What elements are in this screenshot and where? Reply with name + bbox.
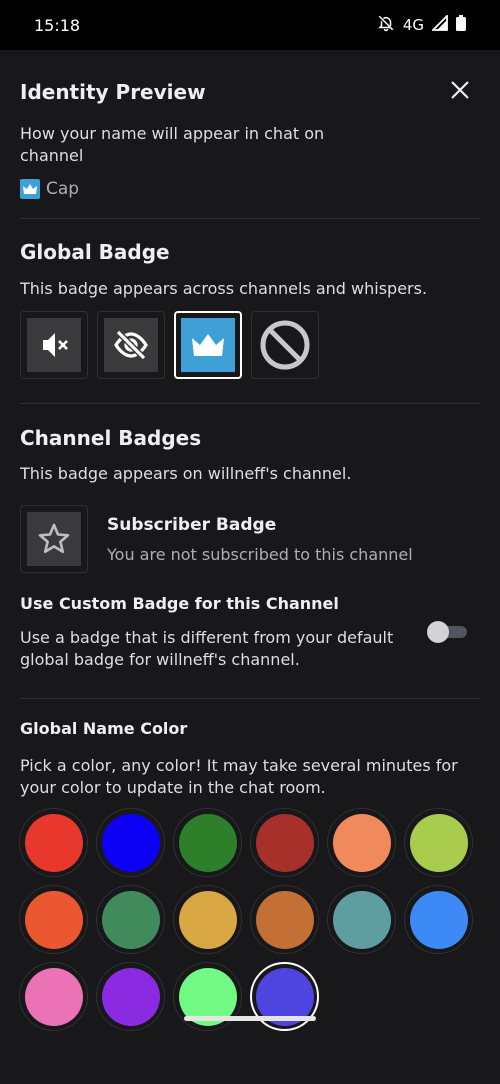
crown-icon	[181, 318, 235, 372]
subscriber-badge-title: Subscriber Badge	[107, 515, 277, 535]
page-title: Identity Preview	[20, 80, 206, 104]
subscriber-badge-description: You are not subscribed to this channel	[107, 545, 413, 564]
color-swatch-fill	[332, 890, 391, 949]
status-time: 15:18	[34, 15, 81, 35]
color-swatch-fill	[255, 813, 314, 872]
subscriber-badge-slot[interactable]	[20, 505, 88, 573]
preview-description: How your name will appear in chat on cha…	[20, 124, 325, 165]
divider	[20, 698, 480, 699]
badge-option-none[interactable]	[251, 311, 319, 379]
color-swatch[interactable]	[327, 808, 396, 877]
color-swatch[interactable]	[96, 885, 165, 954]
color-swatch-fill	[409, 890, 468, 949]
color-swatch[interactable]	[250, 808, 319, 877]
color-swatch-fill	[101, 813, 160, 872]
toggle-thumb	[427, 621, 449, 643]
color-swatch[interactable]	[327, 885, 396, 954]
preview-username: Cap	[46, 179, 80, 199]
global-badge-description: This badge appears across channels and w…	[20, 279, 428, 298]
custom-badge-toggle[interactable]	[427, 621, 469, 643]
custom-badge-title: Use Custom Badge for this Channel	[20, 594, 339, 613]
signal-icon	[430, 13, 448, 35]
color-swatch-fill	[24, 967, 83, 1026]
color-swatch[interactable]	[19, 808, 88, 877]
color-swatch-fill	[409, 813, 468, 872]
color-swatch-fill	[178, 890, 237, 949]
color-swatch[interactable]	[250, 885, 319, 954]
custom-badge-description: Use a badge that is different from your …	[20, 628, 394, 669]
global-badge-options	[20, 311, 319, 379]
color-swatch[interactable]	[19, 962, 88, 1031]
color-swatch[interactable]	[404, 885, 473, 954]
status-bar: 15:18 4G	[0, 0, 500, 50]
home-indicator[interactable]	[184, 1016, 316, 1021]
preview-name: Cap	[20, 179, 79, 199]
badge-option-hidden[interactable]	[97, 311, 165, 379]
muted-speaker-icon	[27, 318, 81, 372]
eye-off-icon	[104, 318, 158, 372]
color-swatch-fill	[101, 890, 160, 949]
close-icon	[451, 81, 469, 99]
color-swatch-fill	[178, 813, 237, 872]
badge-option-crown[interactable]	[174, 311, 242, 379]
no-badge-icon	[258, 318, 312, 372]
battery-icon	[456, 15, 466, 35]
color-swatch-fill	[24, 890, 83, 949]
status-icons: 4G	[377, 13, 466, 36]
star-icon	[27, 512, 81, 566]
network-label: 4G	[402, 16, 424, 34]
color-swatch[interactable]	[96, 808, 165, 877]
divider	[20, 218, 480, 219]
color-swatch-fill	[24, 813, 83, 872]
color-swatch[interactable]	[173, 808, 242, 877]
color-swatch-fill	[101, 967, 160, 1026]
color-swatch-fill	[332, 813, 391, 872]
divider	[20, 403, 480, 404]
color-swatch[interactable]	[173, 885, 242, 954]
channel-badges-description: This badge appears on willneff's channel…	[20, 464, 352, 483]
bell-off-icon	[377, 14, 395, 36]
global-badge-title: Global Badge	[20, 240, 170, 264]
color-swatch[interactable]	[19, 885, 88, 954]
color-swatch-fill	[255, 890, 314, 949]
channel-badges-title: Channel Badges	[20, 426, 202, 450]
name-color-description: Pick a color, any color! It may take sev…	[20, 756, 458, 797]
color-swatch[interactable]	[404, 808, 473, 877]
color-swatch[interactable]	[96, 962, 165, 1031]
name-color-title: Global Name Color	[20, 719, 188, 738]
badge-option-mute[interactable]	[20, 311, 88, 379]
crown-icon	[20, 179, 40, 199]
color-swatch-grid	[19, 808, 473, 1031]
close-button[interactable]	[446, 76, 474, 104]
